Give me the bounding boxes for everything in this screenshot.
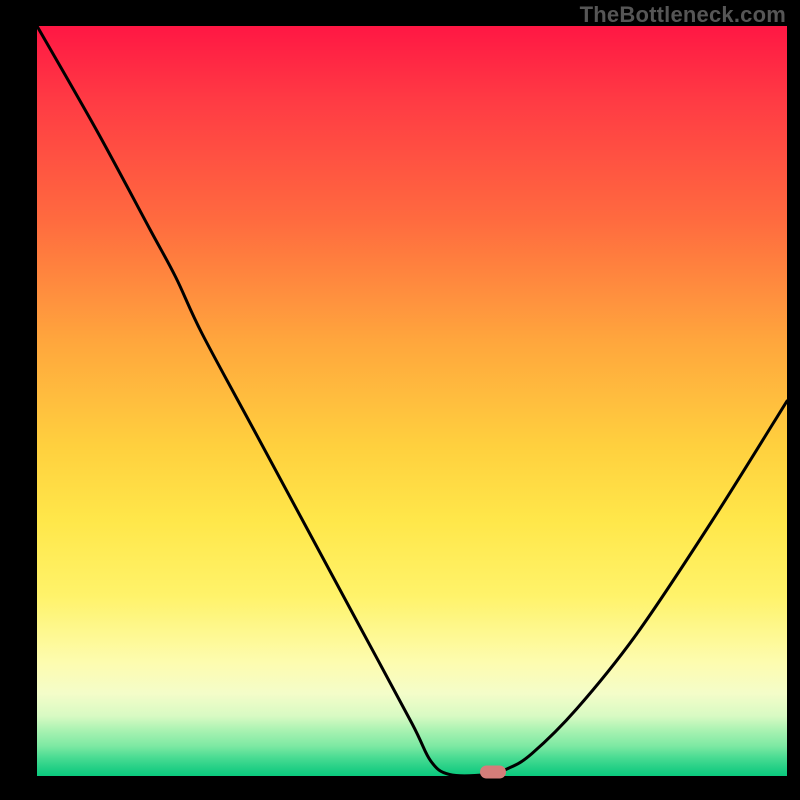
bottleneck-curve — [37, 26, 787, 776]
optimum-marker — [480, 766, 506, 779]
watermark-text: TheBottleneck.com — [580, 2, 786, 28]
chart-frame: TheBottleneck.com — [0, 0, 800, 800]
plot-area — [37, 26, 787, 776]
